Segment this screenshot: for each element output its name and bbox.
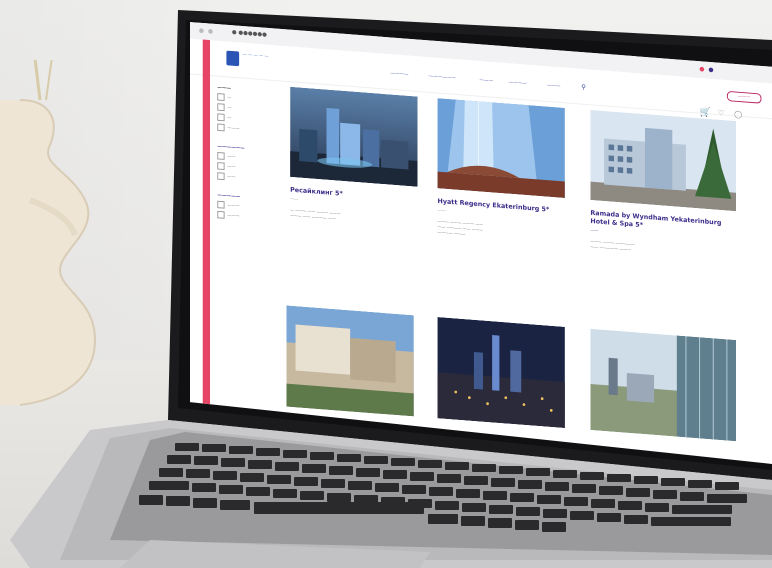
hotel-photo[interactable] [437, 317, 565, 429]
hotel-card[interactable] [590, 328, 736, 442]
hotel-desc: — ——— —— ——— ——— ——— —— ———— —— [290, 207, 417, 228]
checkbox[interactable] [217, 113, 225, 122]
hotel-photo-image [437, 98, 565, 199]
cart-icon[interactable]: 🛒 [700, 107, 711, 118]
checkbox[interactable] [217, 93, 225, 102]
profile-icon[interactable] [708, 67, 714, 73]
checkbox[interactable] [217, 172, 225, 181]
hotel-photo[interactable] [290, 86, 418, 187]
extension-icon[interactable] [699, 66, 705, 72]
nav-item-1[interactable]: ———— [390, 71, 408, 78]
filter-label: —— [227, 154, 236, 160]
search-icon[interactable]: ⚲ [581, 83, 586, 91]
filter-option[interactable]: —— [217, 172, 281, 184]
user-icon[interactable]: ◯ [734, 110, 742, 119]
address-bar[interactable]: ● ●●●●●● [232, 29, 267, 38]
checkbox[interactable] [217, 123, 225, 132]
checkbox[interactable] [217, 162, 225, 171]
filter-label: ——— [227, 202, 240, 209]
nav-item-4[interactable]: ———— [509, 80, 527, 87]
hotel-photo[interactable] [590, 328, 736, 442]
checkbox[interactable] [217, 151, 225, 160]
refresh-icon[interactable] [208, 28, 213, 34]
side-strip[interactable] [202, 39, 211, 464]
checkbox[interactable] [217, 210, 225, 219]
hotel-card[interactable] [437, 317, 565, 429]
filter-label: ——— [227, 125, 240, 132]
hotel-photo-image [590, 328, 736, 442]
filter-label: —— [227, 174, 236, 180]
heart-icon[interactable]: ♡ [718, 109, 725, 118]
filter-label: — [227, 115, 232, 121]
back-icon[interactable] [199, 28, 204, 34]
hotel-photo-image [286, 305, 414, 417]
nav-item-5[interactable]: ——— [547, 83, 561, 90]
nav-item-2[interactable]: —————— [428, 73, 455, 81]
hotel-card[interactable]: Ресайклинг 5* —— — ——— —— ——— ——— ——— ——… [290, 86, 418, 228]
filter-label: ——— [227, 213, 240, 219]
checkbox[interactable] [217, 200, 225, 209]
logo[interactable] [226, 50, 240, 67]
website: ● ●●●●●● — — — — — ———— —————— ——— ———— … [190, 22, 772, 464]
scene: ● ●●●●●● — — — — — ———— —————— ——— ———— … [0, 0, 772, 568]
hotel-card[interactable]: Hyatt Regency Ekaterinburg 5* —— ——— ———… [437, 98, 565, 245]
hotel-card[interactable] [286, 305, 414, 417]
hotel-desc: ——— ——— ——— —— —— ———— —— ——— ———— ——— [438, 219, 565, 245]
filters-panel: ——— — — — ——— —————— —— —— —— ————— ——— … [217, 79, 281, 226]
nav-item-3[interactable]: ——— [479, 77, 493, 84]
filter-label: —— [227, 164, 236, 170]
checkbox[interactable] [217, 103, 225, 112]
hotel-photo-image [437, 317, 565, 429]
hotel-photo-image [290, 86, 418, 187]
filter-label: — [227, 105, 232, 111]
account-button[interactable]: ——— [726, 90, 762, 104]
hotel-photo[interactable] [437, 98, 565, 199]
filter-label: — [227, 95, 232, 101]
laptop-screen: ● ●●●●●● — — — — — ———— —————— ——— ———— … [190, 22, 772, 464]
hotel-photo-image [590, 109, 736, 212]
hotel-photo[interactable] [286, 305, 414, 417]
filter-option[interactable]: ——— [217, 123, 281, 135]
hotel-card[interactable]: Ramada by Wyndham Yekaterinburg Hotel & … [590, 109, 736, 261]
logo-text: — — — — — [242, 52, 269, 60]
filter-option[interactable]: ——— [217, 210, 281, 223]
hotel-photo[interactable] [590, 109, 736, 212]
